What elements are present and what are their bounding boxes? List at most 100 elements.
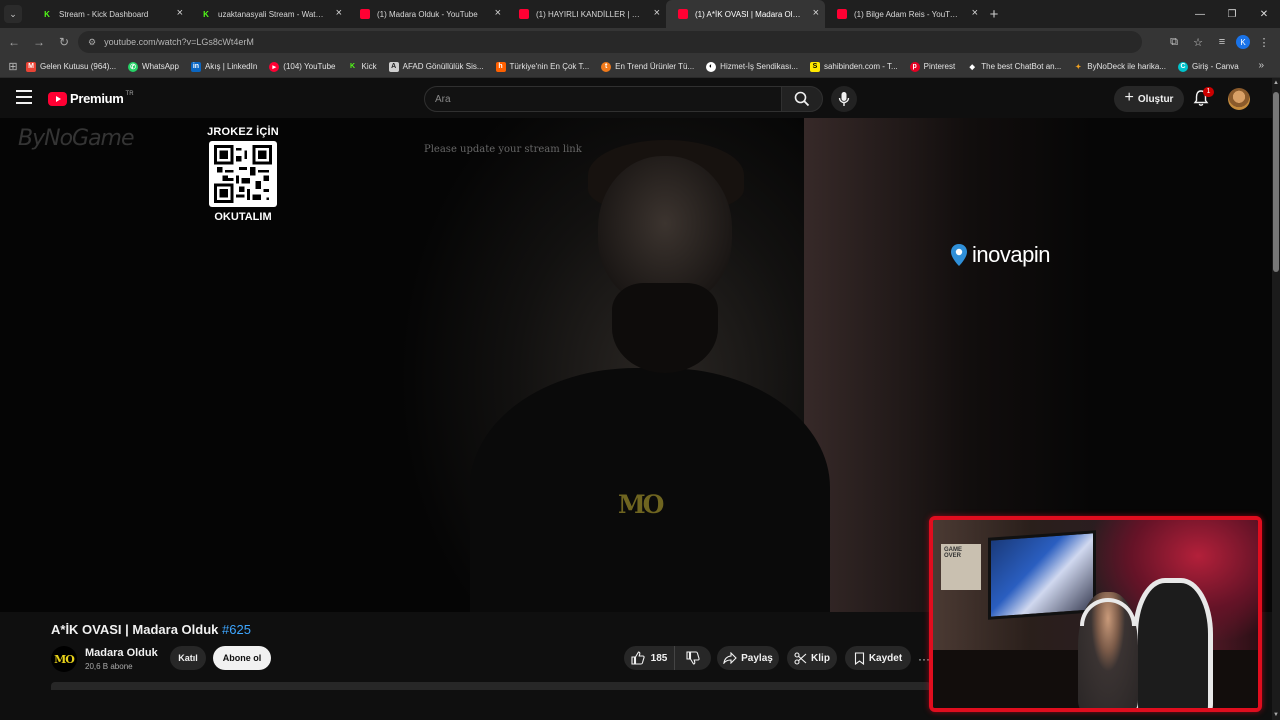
bookmark-label: Akış | LinkedIn — [204, 62, 258, 71]
browser-tab[interactable]: (1) HAYIRLI KANDİLLER | Madar × — [507, 0, 666, 28]
bookmark-item[interactable]: ▸ (104) YouTube — [269, 61, 336, 72]
close-icon[interactable]: × — [972, 8, 978, 19]
close-icon[interactable]: × — [654, 8, 660, 19]
address-bar[interactable]: ⚙ youtube.com/watch?v=LGs8cWt4erM — [78, 31, 1142, 53]
thumbs-down-icon — [686, 651, 700, 665]
streamer-webcam-overlay: GAME OVER — [929, 516, 1262, 712]
apps-grid-icon[interactable]: ⊞ — [0, 60, 26, 73]
channel-avatar[interactable]: MO — [51, 646, 77, 672]
webcam-gaming-chair — [1133, 578, 1213, 708]
profile-avatar[interactable]: K — [1236, 35, 1250, 49]
bookmark-item[interactable]: p Pinterest — [909, 61, 955, 72]
voice-search-button[interactable] — [831, 86, 857, 112]
cast-icon[interactable]: ⧉ — [1164, 32, 1184, 52]
close-icon[interactable]: × — [336, 8, 342, 19]
reload-icon[interactable]: ↻ — [53, 31, 75, 53]
close-window-icon[interactable]: ✕ — [1248, 0, 1280, 28]
video-title: A*İK OVASI | Madara Olduk #625 — [51, 622, 251, 637]
search-input[interactable]: Ara — [424, 86, 782, 112]
bookmark-item[interactable]: t En Trend Ürünler Tü... — [601, 61, 694, 72]
youtube-icon — [678, 9, 688, 19]
save-button[interactable]: Kaydet — [845, 646, 911, 670]
hamburger-menu-icon[interactable] — [16, 90, 32, 104]
close-icon[interactable]: × — [495, 8, 501, 19]
back-icon[interactable]: ← — [3, 31, 25, 53]
kick-icon: K — [349, 63, 356, 70]
afad-icon: A — [388, 61, 399, 72]
bookmark-item[interactable]: ✦ ByNoDeck ile harika... — [1073, 62, 1166, 72]
browser-tab[interactable]: (1) Madara Olduk - YouTube × — [348, 0, 507, 28]
webcam-monitor — [988, 530, 1096, 620]
bookmark-label: Gelen Kutusu (964)... — [40, 62, 117, 71]
search-button[interactable] — [781, 86, 823, 112]
union-icon: ◐ — [706, 61, 717, 72]
tab-title: (1) Bilge Adam Reis - YouTube — [854, 9, 962, 19]
youtube-icon — [519, 9, 529, 19]
youtube-masthead: Premium TR Ara + Oluştur 1 — [0, 78, 1272, 118]
sahibinden-icon: S — [809, 61, 820, 72]
bookmark-item[interactable]: ◆ The best ChatBot an... — [967, 62, 1062, 72]
scroll-down-icon[interactable]: ▼ — [1273, 712, 1279, 718]
bookmark-item[interactable]: in Akış | LinkedIn — [190, 61, 258, 72]
page-scrollbar[interactable]: ▲ ▼ — [1272, 78, 1280, 720]
chevron-double-right-icon[interactable]: » — [1258, 60, 1264, 71]
browser-tab[interactable]: (1) Bilge Adam Reis - YouTube × — [825, 0, 984, 28]
window-controls: — ❐ ✕ — [1184, 0, 1280, 28]
whatsapp-icon: ✆ — [128, 61, 139, 72]
browser-tab[interactable]: K uzaktanasyali Stream - Watch L × — [189, 0, 348, 28]
share-button[interactable]: Paylaş — [717, 646, 779, 670]
search-icon — [794, 91, 810, 107]
media-controls-icon[interactable]: ≡ — [1212, 32, 1232, 52]
account-avatar[interactable] — [1228, 88, 1250, 110]
logo-text: Premium — [70, 91, 124, 106]
scroll-up-icon[interactable]: ▲ — [1273, 80, 1279, 86]
video-hashtag-link[interactable]: #625 — [222, 622, 251, 637]
bookmark-item[interactable]: A AFAD Gönüllülük Sis... — [388, 61, 484, 72]
scrollbar-thumb[interactable] — [1273, 92, 1279, 272]
close-icon[interactable]: × — [177, 8, 183, 19]
map-pin-icon — [951, 244, 967, 266]
menu-kebab-icon[interactable]: ⋮ — [1254, 32, 1274, 52]
share-label: Paylaş — [741, 652, 773, 664]
bookmark-item[interactable]: ◐ Hizmet-İş Sendikası... — [706, 61, 798, 72]
stream-watermark: ByNoGame — [18, 126, 135, 151]
bookmark-item[interactable]: ✆ WhatsApp — [128, 61, 179, 72]
browser-tab[interactable]: K Stream - Kick Dashboard × — [30, 0, 189, 28]
bookmark-item[interactable]: Ssahibinden.com - T... — [809, 61, 898, 72]
join-button[interactable]: Katıl — [170, 646, 206, 670]
bookmark-item[interactable]: K Kick — [347, 62, 377, 72]
video-title-text: A*İK OVASI | Madara Olduk — [51, 622, 219, 637]
like-button[interactable]: 185 — [624, 646, 675, 670]
plus-icon: + — [1124, 89, 1134, 106]
pinterest-icon: p — [909, 61, 920, 72]
bookmark-item[interactable]: M Gelen Kutusu (964)... — [26, 61, 117, 72]
bookmark-star-icon[interactable]: ☆ — [1188, 32, 1208, 52]
bookmark-item[interactable]: h Türkiye'nin En Çok T... — [495, 61, 589, 72]
tab-search-icon[interactable]: ⌄ — [4, 5, 22, 23]
clip-button[interactable]: Klip — [787, 646, 837, 670]
dislike-button[interactable] — [675, 646, 711, 670]
description-box[interactable] — [51, 682, 931, 690]
bookmark-item[interactable]: C Giriş - Canva — [1177, 61, 1239, 72]
create-button[interactable]: + Oluştur — [1114, 86, 1184, 112]
logo-region: TR — [125, 90, 134, 97]
bookmark-label: (104) YouTube — [283, 62, 336, 71]
youtube-premium-logo[interactable]: Premium TR — [48, 91, 134, 106]
youtube-icon — [837, 9, 847, 19]
create-label: Oluştur — [1137, 93, 1174, 105]
channel-name[interactable]: Madara Olduk — [85, 647, 158, 659]
subscribe-button[interactable]: Abone ol — [213, 646, 271, 670]
bynodeck-icon: ✦ — [1075, 63, 1082, 71]
site-info-icon[interactable]: ⚙ — [88, 37, 96, 48]
restore-icon[interactable]: ❐ — [1216, 0, 1248, 28]
minimize-icon[interactable]: — — [1184, 0, 1216, 28]
new-tab-button[interactable]: + — [984, 6, 1004, 23]
forward-icon[interactable]: → — [28, 31, 50, 53]
close-icon[interactable]: × — [813, 8, 819, 19]
browser-tab-active[interactable]: (1) A*İK OVASI | Madara Olduk × — [666, 0, 825, 28]
like-dislike-group: 185 — [624, 646, 711, 670]
sponsor-logo: inovapin — [949, 242, 1050, 268]
browser-toolbar: ← → ↻ ⚙ youtube.com/watch?v=LGs8cWt4erM … — [0, 28, 1280, 56]
bookmark-label: sahibinden.com - T... — [823, 62, 898, 71]
bookmark-label: Kick — [361, 62, 377, 71]
